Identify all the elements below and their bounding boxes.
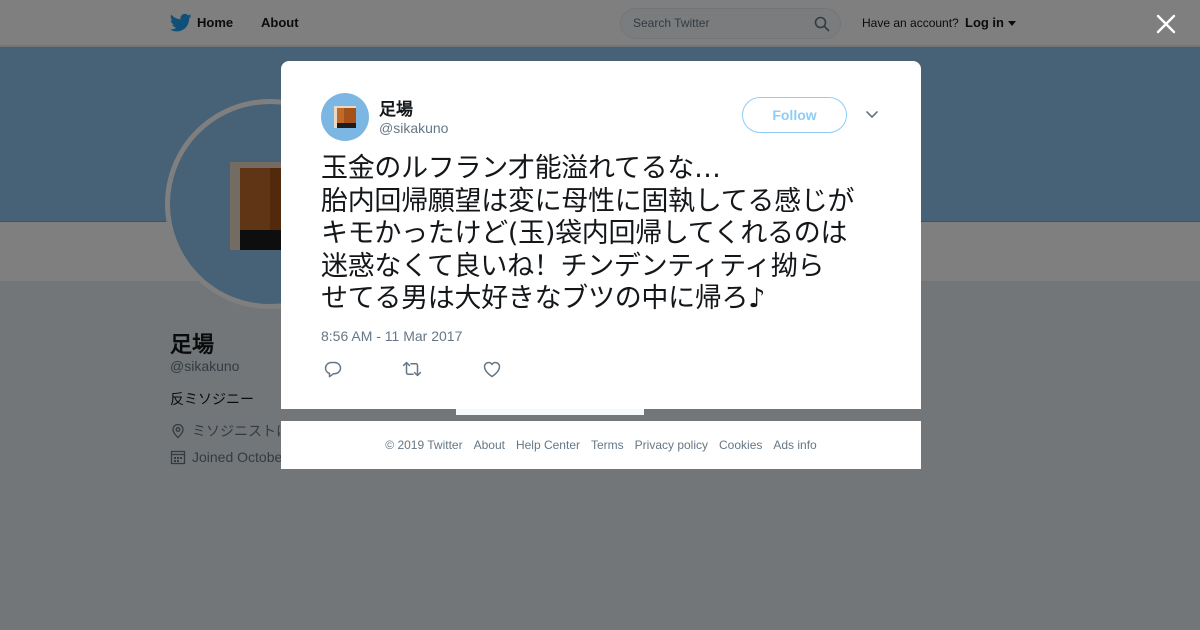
avatar-art xyxy=(334,106,356,128)
like-icon[interactable] xyxy=(482,360,502,378)
retweet-icon[interactable] xyxy=(402,360,422,378)
tweet-author-handle[interactable]: @sikakuno xyxy=(379,120,448,136)
close-icon[interactable] xyxy=(1154,12,1178,36)
modal-shadow-strip xyxy=(456,409,644,415)
tweet-modal: 足場 @sikakuno Follow 玉金のルフラン才能溢れてるな… 胎内回帰… xyxy=(281,61,921,409)
footer-copyright: © 2019 Twitter xyxy=(385,438,463,452)
follow-button[interactable]: Follow xyxy=(742,97,847,133)
tweet-text-line: キモかったけど(玉)袋内回帰してくれるのは xyxy=(321,218,848,249)
footer-link-privacy[interactable]: Privacy policy xyxy=(635,438,708,452)
tweet-text-line: せてる男は大好きなブツの中に帰ろ♪ xyxy=(321,283,766,314)
chevron-down-icon[interactable] xyxy=(865,109,879,121)
footer-link-cookies[interactable]: Cookies xyxy=(719,438,762,452)
tweet-text-line: 迷惑なくて良いね！チンデンティティ拗ら xyxy=(321,250,825,282)
tweet-text: 玉金のルフラン才能溢れてるな… 胎内回帰願望は変に母性に固執してる感じが キモか… xyxy=(321,153,891,316)
tweet-author-name[interactable]: 足場 xyxy=(379,95,413,120)
footer-link-terms[interactable]: Terms xyxy=(591,438,624,452)
tweet-author-avatar[interactable] xyxy=(321,93,369,141)
tweet-text-line: 胎内回帰願望は変に母性に固執してる感じが xyxy=(321,185,855,217)
tweet-text-line: 玉金のルフラン才能溢れてるな… xyxy=(321,153,721,184)
tweet-timestamp[interactable]: 8:56 AM - 11 Mar 2017 xyxy=(321,328,462,344)
modal-footer: © 2019 Twitter About Help Center Terms P… xyxy=(281,421,921,469)
footer-link-help-center[interactable]: Help Center xyxy=(516,438,580,452)
footer-link-about[interactable]: About xyxy=(474,438,505,452)
reply-icon[interactable] xyxy=(323,360,343,378)
footer-link-ads-info[interactable]: Ads info xyxy=(773,438,816,452)
